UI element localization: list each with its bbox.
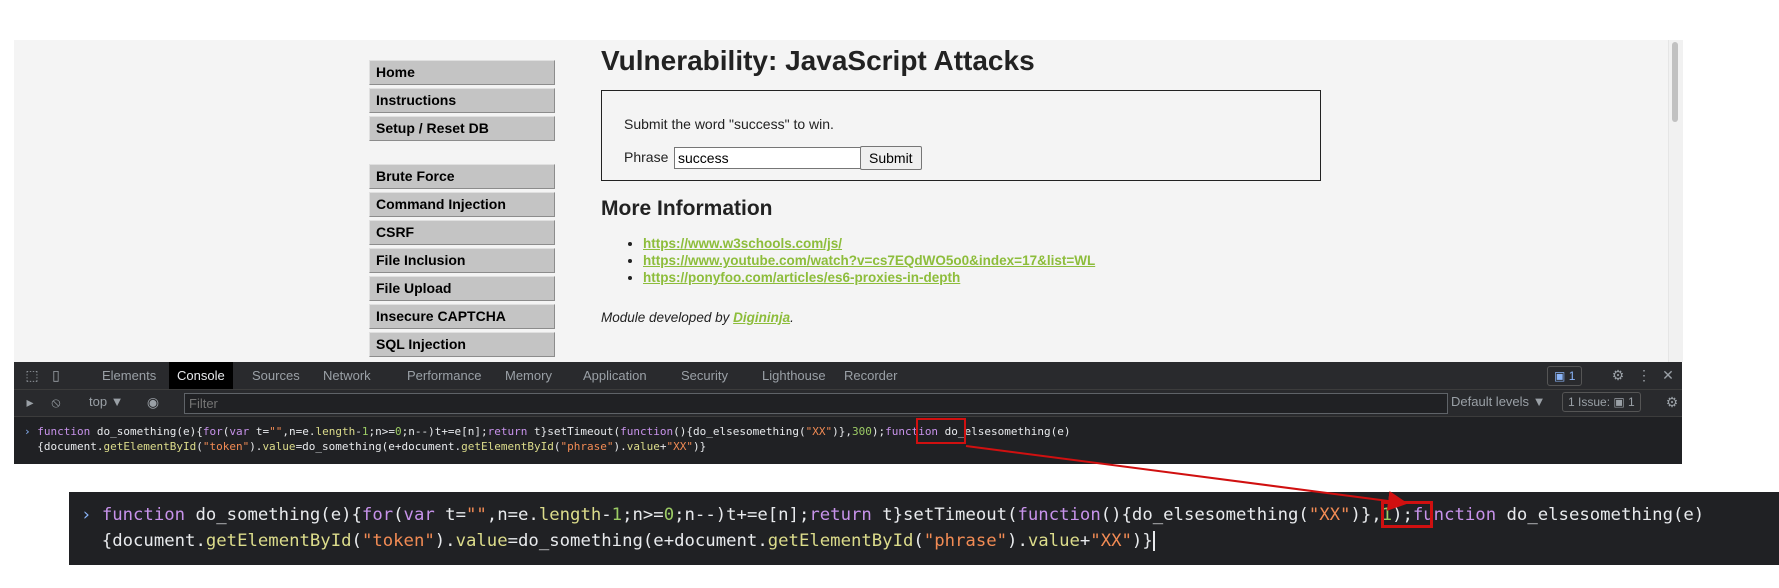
issues-badge-count: 1 <box>1568 369 1576 383</box>
author-link[interactable]: Digininja <box>733 310 790 325</box>
tab-security[interactable]: Security <box>673 362 736 389</box>
phrase-input[interactable] <box>674 147 862 169</box>
reference-links: https://www.w3schools.com/js/ https://ww… <box>623 236 1095 287</box>
console-toolbar: ▸ ⦸ top ▼ ◉ Default levels ▼ 1 Issue: ▣ … <box>14 390 1682 417</box>
eye-icon[interactable]: ◉ <box>145 394 161 410</box>
browser-page: Home Instructions Setup / Reset DB Brute… <box>14 40 1682 362</box>
menu-item-file-upload[interactable]: File Upload <box>369 276 555 301</box>
tab-console[interactable]: Console <box>169 362 233 389</box>
menu-item-command-injection[interactable]: Command Injection <box>369 192 555 217</box>
page-scrollbar[interactable] <box>1668 40 1683 362</box>
tab-memory[interactable]: Memory <box>497 362 560 389</box>
text-cursor <box>1152 531 1155 551</box>
zoomed-console-code: › function do_something(e){for(var t="",… <box>69 492 1779 565</box>
scrollbar-thumb[interactable] <box>1672 42 1678 122</box>
module-prefix: Module developed by <box>601 310 734 325</box>
delay-value-original: 300 <box>851 425 872 438</box>
context-selector[interactable]: top ▼ <box>89 394 124 409</box>
highlight-box-original <box>916 418 966 444</box>
module-suffix: . <box>790 310 794 325</box>
inspect-element-icon[interactable]: ⬚ <box>24 367 40 383</box>
filter-input[interactable] <box>184 393 1448 414</box>
menu-item-brute-force[interactable]: Brute Force <box>369 164 555 189</box>
menu-item-setup[interactable]: Setup / Reset DB <box>369 116 555 141</box>
menu-item-file-inclusion[interactable]: File Inclusion <box>369 248 555 273</box>
submit-button[interactable]: Submit <box>860 146 922 170</box>
prompt-icon: › <box>81 505 92 525</box>
menu-item-instructions[interactable]: Instructions <box>369 88 555 113</box>
clear-console-icon[interactable]: ⦸ <box>48 394 64 410</box>
link-youtube[interactable]: https://www.youtube.com/watch?v=cs7EQdWO… <box>643 253 1095 268</box>
list-item: https://ponyfoo.com/articles/es6-proxies… <box>643 270 1095 287</box>
issues-badge[interactable]: ▣ 1 <box>1547 366 1583 386</box>
zoomed-code-line[interactable]: › function do_something(e){for(var t="",… <box>81 502 1704 554</box>
highlight-box-modified <box>1381 501 1433 528</box>
log-levels-dropdown[interactable]: Default levels ▼ <box>1451 394 1546 409</box>
tab-sources[interactable]: Sources <box>244 362 308 389</box>
menu-item-insecure-captcha[interactable]: Insecure CAPTCHA <box>369 304 555 329</box>
console-code-line[interactable]: › function do_something(e){for(var t="",… <box>24 424 1664 454</box>
devtools-panel: ⬚ ▯ Elements Console Sources Network Per… <box>14 362 1682 464</box>
tab-lighthouse[interactable]: Lighthouse <box>754 362 834 389</box>
prompt-icon: › <box>24 425 31 438</box>
device-toolbar-icon[interactable]: ▯ <box>48 367 64 383</box>
gear-icon[interactable]: ⚙ <box>1610 367 1626 383</box>
module-credit: Module developed by Digininja. <box>601 310 794 325</box>
dvwa-main-area: Home Instructions Setup / Reset DB Brute… <box>353 40 1338 362</box>
close-icon[interactable]: ✕ <box>1660 367 1676 383</box>
vulnerable-code-area: Submit the word "success" to win. Phrase… <box>601 90 1321 181</box>
menu-item-home[interactable]: Home <box>369 60 555 85</box>
console-settings-icon[interactable]: ⚙ <box>1664 394 1680 410</box>
phrase-label: Phrase <box>624 149 669 165</box>
message-icon: ▣ <box>1554 369 1566 383</box>
link-w3schools[interactable]: https://www.w3schools.com/js/ <box>643 236 842 251</box>
tab-elements[interactable]: Elements <box>94 362 164 389</box>
list-item: https://www.w3schools.com/js/ <box>643 236 1095 253</box>
devtools-tabbar: ⬚ ▯ Elements Console Sources Network Per… <box>14 362 1682 390</box>
sidebar-toggle-icon[interactable]: ▸ <box>22 394 38 410</box>
main-content: Vulnerability: JavaScript Attacks Submit… <box>601 40 1341 325</box>
link-ponyfoo[interactable]: https://ponyfoo.com/articles/es6-proxies… <box>643 270 960 285</box>
menu-item-sql-injection[interactable]: SQL Injection <box>369 332 555 357</box>
instructions-text: Submit the word "success" to win. <box>624 116 834 132</box>
tab-recorder[interactable]: Recorder <box>836 362 905 389</box>
issues-counter[interactable]: 1 Issue: ▣ 1 <box>1562 392 1641 412</box>
tab-application[interactable]: Application <box>575 362 655 389</box>
dvwa-menu: Home Instructions Setup / Reset DB Brute… <box>369 60 555 360</box>
tab-performance[interactable]: Performance <box>399 362 489 389</box>
page-title: Vulnerability: JavaScript Attacks <box>601 45 1035 76</box>
tab-network[interactable]: Network <box>315 362 379 389</box>
list-item: https://www.youtube.com/watch?v=cs7EQdWO… <box>643 253 1095 270</box>
menu-gap <box>369 144 555 164</box>
more-information-heading: More Information <box>601 197 773 220</box>
menu-item-csrf[interactable]: CSRF <box>369 220 555 245</box>
more-options-icon[interactable]: ⋮ <box>1636 367 1652 383</box>
